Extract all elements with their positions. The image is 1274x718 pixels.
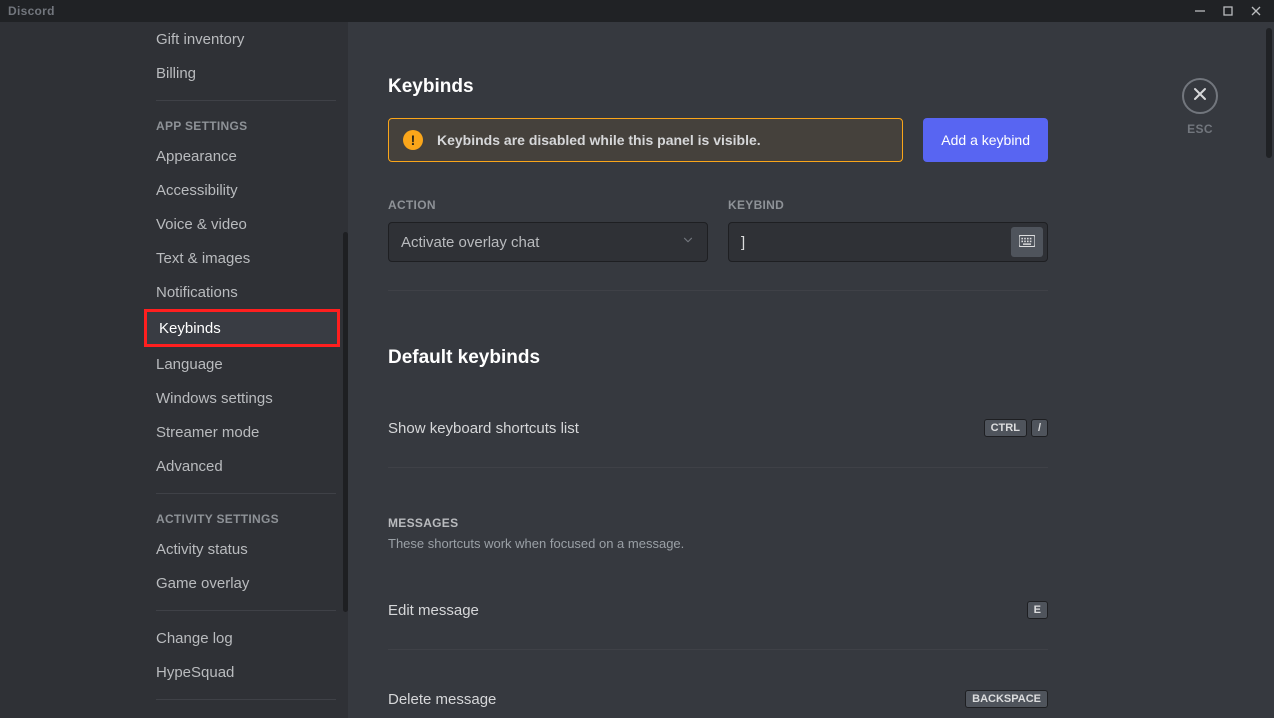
action-label: ACTION (388, 198, 708, 212)
close-settings: ESC (1182, 78, 1218, 136)
settings-sidebar: Gift inventory Billing APP SETTINGS Appe… (0, 22, 348, 718)
messages-subsection-note: These shortcuts work when focused on a m… (388, 536, 1048, 551)
page-title: Keybinds (388, 76, 1048, 98)
close-button[interactable] (1182, 78, 1218, 114)
default-keybinds-title: Default keybinds (388, 347, 1048, 369)
main-scrollbar[interactable] (1266, 22, 1272, 718)
keybind-row-edit-message: Edit message E (388, 551, 1048, 650)
sidebar-item-appearance[interactable]: Appearance (152, 139, 340, 173)
window-minimize-button[interactable] (1186, 0, 1214, 22)
sidebar-item-keybinds[interactable]: Keybinds (144, 309, 340, 347)
sidebar-item-label: HypeSquad (156, 664, 234, 681)
sidebar-item-streamer-mode[interactable]: Streamer mode (152, 415, 340, 449)
keybind-input[interactable]: ] (728, 222, 1048, 262)
sidebar-item-label: Windows settings (156, 390, 273, 407)
keyboard-icon (1019, 234, 1035, 250)
warning-icon: ! (403, 130, 423, 150)
sidebar-item-label: Voice & video (156, 216, 247, 233)
sidebar-item-label: Gift inventory (156, 31, 244, 48)
sidebar-item-label: Game overlay (156, 575, 249, 592)
keybind-label: KEYBIND (728, 198, 1048, 212)
window-controls (1186, 0, 1270, 22)
chevron-down-icon (681, 233, 695, 251)
keybind-row-keys: E (1027, 601, 1048, 619)
keybind-row-delete-message: Delete message BACKSPACE (388, 650, 1048, 708)
sidebar-category-app-settings: APP SETTINGS (152, 101, 340, 139)
sidebar-category-activity-settings: ACTIVITY SETTINGS (152, 494, 340, 532)
sidebar-item-billing[interactable]: Billing (152, 56, 340, 90)
keybind-row-label: Edit message (388, 602, 479, 619)
add-keybind-button[interactable]: Add a keybind (923, 118, 1048, 162)
action-select[interactable]: Activate overlay chat (388, 222, 708, 262)
close-icon (1192, 86, 1208, 107)
content-divider (388, 290, 1048, 291)
sidebar-item-label: Advanced (156, 458, 223, 475)
sidebar-item-logout[interactable]: Log out (152, 710, 340, 718)
sidebar-item-label: Appearance (156, 148, 237, 165)
titlebar: Discord (0, 0, 1274, 22)
sidebar-item-label: Streamer mode (156, 424, 259, 441)
sidebar-item-label: Text & images (156, 250, 250, 267)
keybind-row-label: Delete message (388, 691, 496, 708)
sidebar-item-language[interactable]: Language (152, 347, 340, 381)
keybind-row-keys: CTRL / (984, 419, 1048, 437)
sidebar-item-text-images[interactable]: Text & images (152, 241, 340, 275)
window-close-button[interactable] (1242, 0, 1270, 22)
sidebar-item-label: Accessibility (156, 182, 238, 199)
key-cap: / (1031, 419, 1048, 437)
sidebar-item-gift-inventory[interactable]: Gift inventory (152, 22, 340, 56)
sidebar-item-activity-status[interactable]: Activity status (152, 532, 340, 566)
sidebar-item-advanced[interactable]: Advanced (152, 449, 340, 483)
keybind-row-keys: BACKSPACE (965, 690, 1048, 708)
key-cap: E (1027, 601, 1048, 619)
keybind-row-show-shortcuts: Show keyboard shortcuts list CTRL / (388, 369, 1048, 468)
close-label: ESC (1187, 122, 1213, 136)
messages-subsection-header: MESSAGES (388, 516, 1048, 530)
keybinds-disabled-warning: ! Keybinds are disabled while this panel… (388, 118, 903, 162)
warning-text: Keybinds are disabled while this panel i… (437, 132, 761, 148)
action-select-value: Activate overlay chat (401, 234, 539, 251)
keybind-value: ] (741, 234, 745, 251)
sidebar-item-windows-settings[interactable]: Windows settings (152, 381, 340, 415)
sidebar-item-label: Keybinds (159, 320, 221, 337)
app-brand: Discord (8, 4, 55, 18)
record-keybind-button[interactable] (1011, 227, 1043, 257)
sidebar-item-label: Billing (156, 65, 196, 82)
settings-content: Keybinds ! Keybinds are disabled while t… (348, 22, 1274, 718)
sidebar-item-label: Language (156, 356, 223, 373)
sidebar-item-label: Notifications (156, 284, 238, 301)
key-cap: CTRL (984, 419, 1027, 437)
sidebar-item-voice-video[interactable]: Voice & video (152, 207, 340, 241)
sidebar-item-label: Change log (156, 630, 233, 647)
key-cap: BACKSPACE (965, 690, 1048, 708)
keybind-row-label: Show keyboard shortcuts list (388, 420, 579, 437)
sidebar-item-label: Activity status (156, 541, 248, 558)
sidebar-item-game-overlay[interactable]: Game overlay (152, 566, 340, 600)
sidebar-item-notifications[interactable]: Notifications (152, 275, 340, 309)
sidebar-item-change-log[interactable]: Change log (152, 621, 340, 655)
sidebar-item-hypesquad[interactable]: HypeSquad (152, 655, 340, 689)
window-maximize-button[interactable] (1214, 0, 1242, 22)
sidebar-item-accessibility[interactable]: Accessibility (152, 173, 340, 207)
